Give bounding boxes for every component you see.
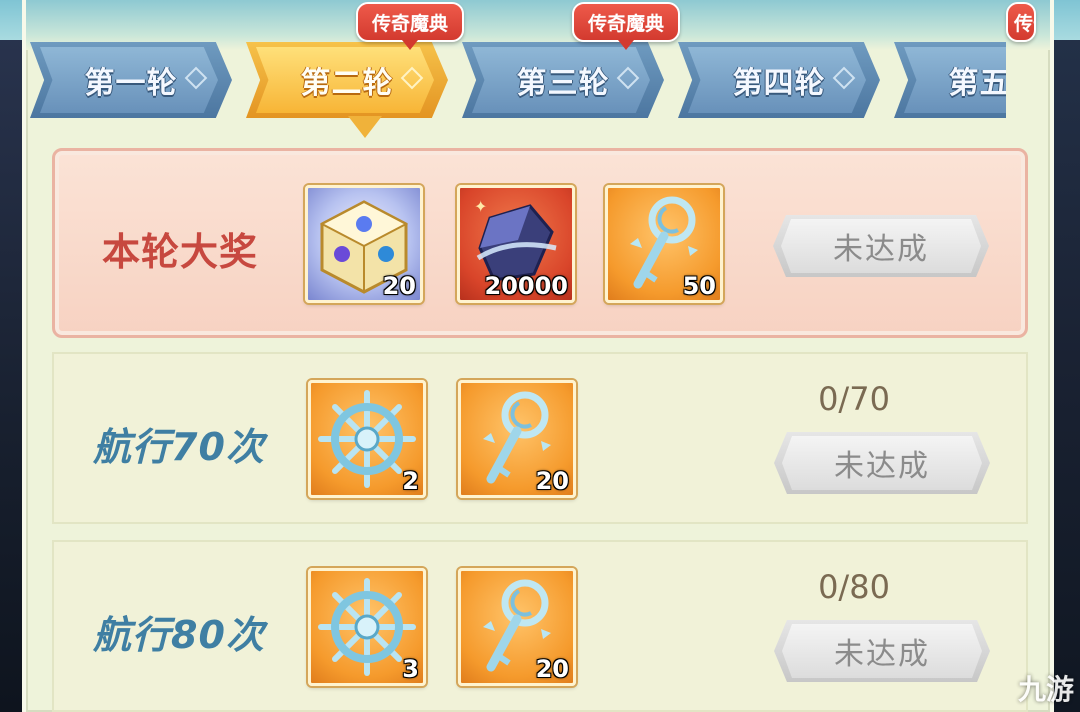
reward-item[interactable]: 20 [458, 380, 576, 498]
reward-item[interactable]: ✦ 20000 [457, 185, 575, 303]
tab-round-2[interactable]: 第二轮 [246, 42, 448, 118]
tab-label: 第四轮 [732, 66, 826, 101]
reward-item[interactable]: 50 [605, 185, 723, 303]
item-quantity: 2 [402, 467, 419, 495]
progress-count: 0/70 [818, 380, 890, 418]
milestone-title: 航行80次 [93, 613, 265, 657]
legendary-tome-badge: 传奇魔典 [356, 2, 465, 50]
tab-label: 第三轮 [516, 66, 610, 101]
not-achieved-button[interactable]: 未达成 [774, 620, 990, 682]
button-label: 未达成 [834, 449, 930, 484]
reward-item[interactable]: 20 [458, 568, 576, 686]
round-tabs: 第一轮 第二轮 第三轮 第四轮 第五轮 [30, 42, 1006, 122]
milestone-row: 航行70次 2 20 0/70 未达成 [52, 352, 1028, 524]
site-watermark: 九游 [1017, 673, 1074, 706]
grand-prize-title: 本轮大奖 [101, 230, 258, 274]
reward-item[interactable]: 2 [308, 380, 426, 498]
grand-prize-row: 本轮大奖 20 ✦ 20000 50 未达成 [52, 148, 1028, 338]
item-quantity: 20 [535, 467, 569, 495]
legendary-tome-badge: 传奇魔典 [1006, 2, 1036, 42]
tab-round-1[interactable]: 第一轮 [30, 42, 232, 118]
tab-round-5[interactable]: 第五轮 [894, 42, 1006, 118]
tab-round-4[interactable]: 第四轮 [678, 42, 880, 118]
item-quantity: 50 [682, 272, 716, 300]
item-quantity: 20000 [484, 272, 569, 300]
milestone-title: 航行70次 [93, 425, 265, 469]
reward-item[interactable]: 3 [308, 568, 426, 686]
tab-round-3[interactable]: 第三轮 [462, 42, 664, 118]
tab-label: 第二轮 [300, 66, 394, 101]
item-quantity: 20 [382, 272, 416, 300]
not-achieved-button[interactable]: 未达成 [773, 215, 989, 277]
svg-text:✦: ✦ [474, 197, 487, 216]
tab-label: 第五轮 [948, 66, 1007, 101]
milestone-row: 航行80次 3 20 0/80 未达成 [52, 540, 1028, 712]
item-quantity: 20 [535, 655, 569, 683]
button-label: 未达成 [833, 232, 929, 267]
item-quantity: 3 [402, 655, 419, 683]
button-label: 未达成 [834, 637, 930, 672]
not-achieved-button[interactable]: 未达成 [774, 432, 990, 494]
progress-count: 0/80 [818, 568, 890, 606]
reward-item[interactable]: 20 [305, 185, 423, 303]
tab-label: 第一轮 [84, 66, 178, 101]
legendary-tome-badge: 传奇魔典 [572, 2, 681, 50]
